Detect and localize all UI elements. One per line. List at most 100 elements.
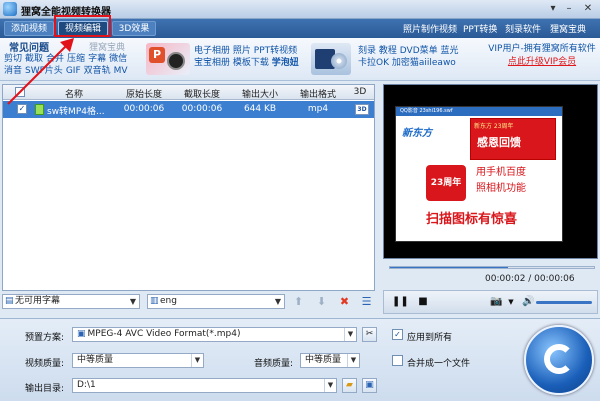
player-topbar: QQ影音 23shi196.swf — [396, 107, 562, 116]
table-row[interactable]: ✓ sw转MP4格... 00:00:06 00:00:06 644 KB mp… — [3, 101, 374, 118]
video-file-icon — [35, 104, 44, 115]
ppt-convert-link[interactable]: PPT转换 — [463, 22, 497, 35]
move-down-icon[interactable]: ⬇ — [315, 295, 328, 308]
camera-icon[interactable]: 📷 — [490, 296, 502, 308]
faq-link[interactable]: GIF — [66, 66, 81, 76]
output-dir-label: 输出目录: — [25, 384, 65, 394]
faq-link[interactable]: 微信 — [109, 54, 127, 64]
chevron-down-icon[interactable]: ▼ — [505, 296, 517, 308]
delete-icon[interactable]: ✖ — [338, 295, 351, 308]
open-folder-icon[interactable]: ▣ — [362, 378, 377, 393]
app-logo-icon — [3, 2, 17, 16]
add-video-button[interactable]: 添加视频 — [4, 21, 54, 36]
subtitle-select[interactable]: ▤ 无可用字幕 ▼ — [2, 294, 140, 309]
folder-icon[interactable]: ▰ — [342, 378, 357, 393]
liwo-guide-link[interactable]: 狸窝宝典 — [550, 22, 586, 35]
3d-setting-icon[interactable]: 3D — [355, 104, 369, 115]
preset-value: MPEG-4 AVC Video Format(*.mp4) — [87, 329, 241, 339]
faq-link[interactable]: 合并 — [46, 54, 64, 64]
volume-icon[interactable]: 🔊 — [522, 296, 534, 308]
burn-software-link[interactable]: 刻录软件 — [505, 22, 541, 35]
advanced-settings-icon[interactable]: ✂ — [362, 327, 377, 342]
promo-link[interactable]: 刻录 — [358, 46, 376, 56]
apply-all-checkbox[interactable]: ✓ — [392, 329, 403, 340]
col-output-format[interactable]: 输出格式 — [290, 87, 346, 100]
audio-quality-value: 中等质量 — [305, 355, 342, 365]
album-promo-links: 电子相册 照片 PPT转视频 宝宝相册 模板下载 学泡妞 — [194, 45, 304, 69]
3d-effect-button[interactable]: 3D效果 — [112, 21, 156, 36]
promo-link[interactable]: 卡拉OK — [358, 58, 389, 68]
audio-quality-select[interactable]: 中等质量 ▼ — [300, 353, 360, 368]
banner-tabs: 常见问题 狸窝宝典 — [3, 39, 139, 54]
promo-link[interactable]: PPT转视频 — [254, 46, 297, 56]
faq-link[interactable]: 截取 — [25, 54, 43, 64]
row-checkbox[interactable]: ✓ — [17, 104, 27, 114]
ad-caption: 新东方 23周年 — [474, 123, 514, 130]
chevron-down-icon: ▼ — [347, 354, 359, 367]
video-quality-value: 中等质量 — [77, 355, 114, 365]
cell-original-length: 00:00:06 — [123, 104, 165, 114]
volume-slider[interactable] — [536, 301, 592, 304]
audio-icon: ▥ — [150, 296, 159, 306]
chevron-down-icon: ▼ — [129, 297, 136, 306]
preset-select[interactable]: ▣ MPEG-4 AVC Video Format(*.mp4) ▼ — [72, 327, 357, 342]
playback-time: 00:00:02 / 00:00:06 — [485, 274, 575, 284]
brand-logo: 新东方 — [402, 128, 432, 139]
col-cut-length[interactable]: 截取长度 — [174, 87, 230, 100]
album-promo-image[interactable]: P — [146, 43, 190, 75]
move-up-icon[interactable]: ⬆ — [292, 295, 305, 308]
col-3d[interactable]: 3D — [348, 87, 372, 97]
audio-track-value: eng — [160, 296, 177, 306]
faq-link[interactable]: 字幕 — [88, 54, 106, 64]
chevron-down-icon: ▼ — [324, 379, 336, 392]
list-settings-icon[interactable]: ☰ — [360, 295, 373, 308]
merge-checkbox[interactable] — [392, 355, 403, 366]
faq-links: 剪切 截取 合并 压缩 字幕 微信 消音 SWF片头 GIF 双音轨 MV — [4, 53, 140, 77]
audio-quality-label: 音频质量: — [254, 359, 294, 369]
burn-promo-image[interactable] — [311, 43, 351, 75]
promo-link[interactable]: 学泡妞 — [272, 58, 299, 68]
promo-link[interactable]: 教程 — [379, 46, 397, 56]
col-output-size[interactable]: 输出大小 — [232, 87, 288, 100]
pause-icon[interactable]: ❚❚ — [392, 296, 409, 308]
minimize-icon[interactable]: – — [562, 3, 576, 15]
stop-icon[interactable]: ■ — [417, 296, 429, 308]
output-dir-field[interactable]: D:\1 ▼ — [72, 378, 337, 393]
faq-link[interactable]: 双音轨 — [84, 66, 111, 76]
chevron-down-icon: ▼ — [191, 354, 203, 367]
promo-link[interactable]: 蓝光 — [441, 46, 459, 56]
promo-link[interactable]: 模板下载 — [233, 58, 269, 68]
col-name[interactable]: 名称 — [35, 87, 113, 100]
close-icon[interactable]: ✕ — [581, 3, 595, 15]
menu-icon[interactable]: ▾ — [546, 3, 560, 15]
faq-link[interactable]: MV — [114, 66, 128, 76]
convert-button[interactable] — [524, 325, 594, 395]
promo-link[interactable]: 加密猫aiileawo — [392, 58, 456, 68]
ad-side-line: 照相机功能 — [476, 183, 526, 194]
faq-link[interactable]: 压缩 — [67, 54, 85, 64]
video-frame[interactable]: QQ影音 23shi196.swf 新东方 新东方 23周年 感恩回馈 23周年… — [395, 106, 563, 242]
film-reel-icon — [167, 52, 185, 70]
seek-progress — [390, 267, 509, 268]
promo-link[interactable]: 宝宝相册 — [194, 58, 230, 68]
video-quality-select[interactable]: 中等质量 ▼ — [72, 353, 204, 368]
promo-link[interactable]: 照片 — [233, 46, 251, 56]
photo-video-link[interactable]: 照片制作视频 — [403, 22, 457, 35]
promo-link[interactable]: DVD菜单 — [400, 46, 438, 56]
anniversary-ad: 新东方 23周年 感恩回馈 — [470, 118, 556, 160]
tab-faq[interactable]: 常见问题 — [9, 39, 49, 54]
seek-bar[interactable] — [389, 266, 595, 269]
select-all-checkbox[interactable] — [15, 87, 25, 97]
faq-link[interactable]: 消音 — [4, 66, 22, 76]
audio-track-select[interactable]: ▥ eng ▼ — [147, 294, 285, 309]
preset-label: 预置方案: — [25, 333, 65, 343]
promo-banner: 常见问题 狸窝宝典 剪切 截取 合并 压缩 字幕 微信 消音 SWF片头 GIF 双音轨 MV P… — [0, 38, 600, 81]
tab-treasure[interactable]: 狸窝宝典 — [89, 40, 125, 53]
col-original-length[interactable]: 原始长度 — [116, 87, 172, 100]
promo-link[interactable]: 电子相册 — [194, 46, 230, 56]
ad-side-text: 用手机百度 照相机功能 — [476, 165, 560, 197]
track-selector-row: ▤ 无可用字幕 ▼ ▥ eng ▼ ⬆ ⬇ ✖ ☰ — [2, 293, 375, 312]
faq-link[interactable]: 剪切 — [4, 54, 22, 64]
vip-upgrade-link[interactable]: 点此升级VIP会员 — [484, 56, 600, 69]
faq-link[interactable]: SWF片头 — [25, 66, 63, 76]
